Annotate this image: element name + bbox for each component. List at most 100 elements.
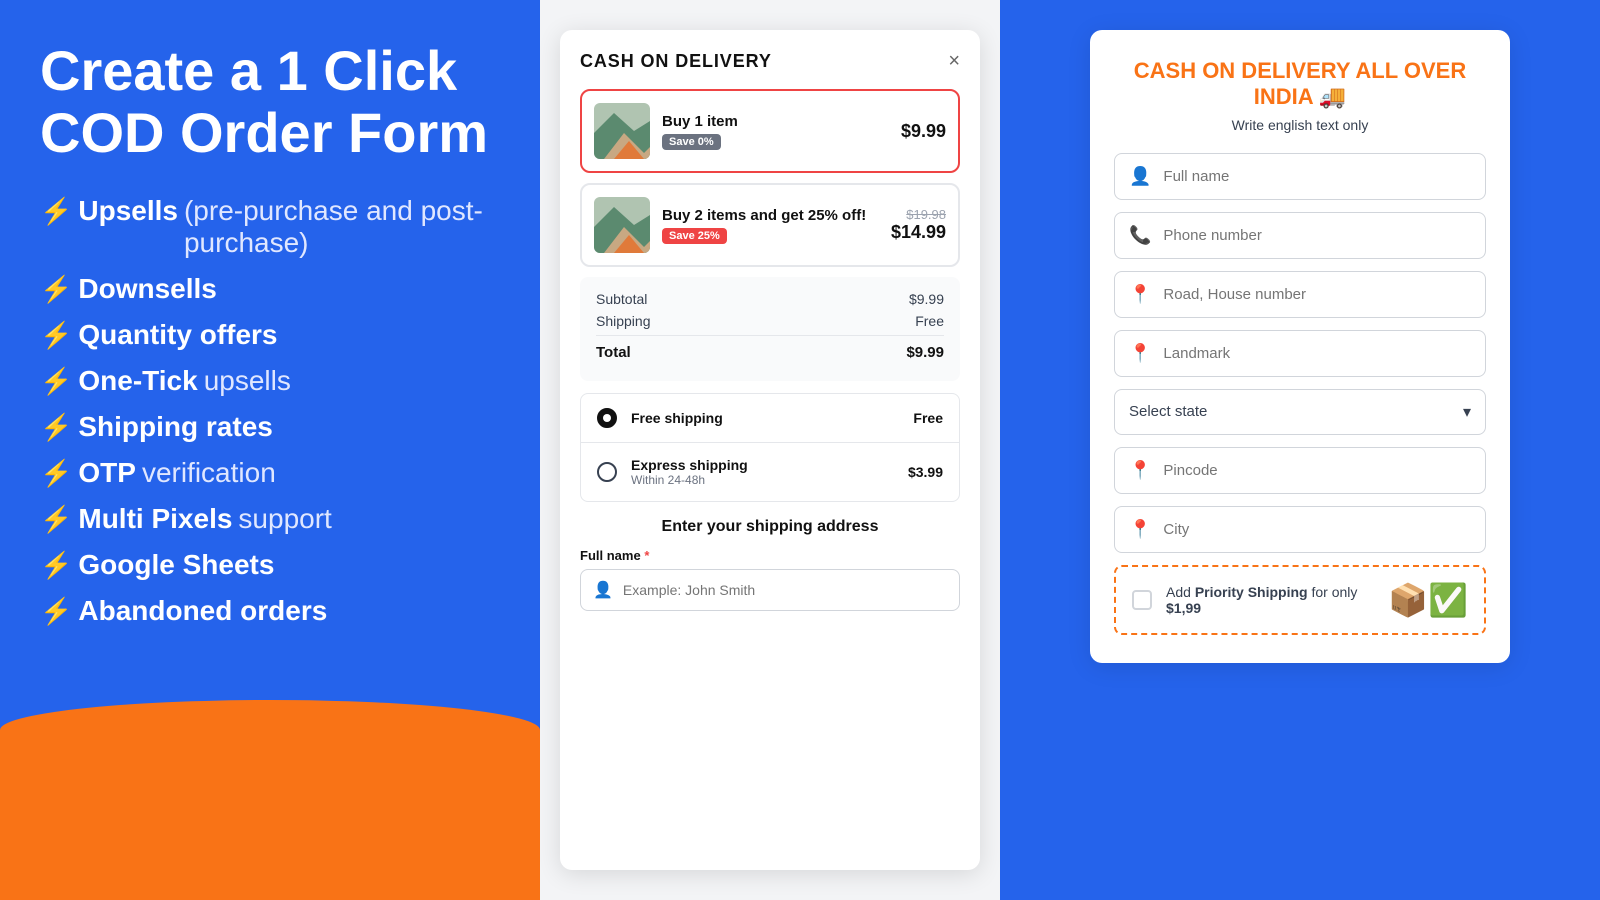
shipping-container: Free shipping Free Express shipping With… [581, 394, 959, 501]
right-form-field[interactable]: 📍 [1114, 447, 1486, 494]
feature-list: ⚡Upsells(pre-purchase and post-purchase)… [40, 195, 500, 627]
shipping-options: Free shipping Free Express shipping With… [580, 393, 960, 502]
feature-item: ⚡Abandoned orders [40, 595, 500, 627]
full-name-input-wrapper[interactable]: 👤 [580, 569, 960, 611]
product-image [594, 197, 650, 253]
priority-post: for only [1308, 584, 1358, 600]
priority-shipping-box: Add Priority Shipping for only $1,99 📦✅ [1114, 565, 1486, 635]
priority-text: Add Priority Shipping for only $1,99 [1166, 584, 1374, 616]
radio-button[interactable] [597, 408, 617, 428]
feature-item: ⚡One-Tickupsells [40, 365, 500, 397]
product-badge: Save 25% [662, 228, 727, 244]
original-price: $19.98 [891, 207, 946, 222]
feature-highlight: Multi Pixels [78, 503, 232, 535]
right-form-field[interactable]: 📍 [1114, 271, 1486, 318]
right-form-field[interactable]: 👤 [1114, 153, 1486, 200]
priority-checkbox[interactable] [1132, 590, 1152, 610]
full-name-input[interactable] [623, 582, 947, 598]
field-icon: 📍 [1129, 460, 1151, 481]
feature-normal: (pre-purchase and post-purchase) [184, 195, 500, 259]
product-info: Buy 2 items and get 25% off! Save 25% [662, 207, 879, 244]
feature-item: ⚡Shipping rates [40, 411, 500, 443]
shipping-price: $3.99 [908, 464, 943, 480]
feature-highlight: Downsells [78, 273, 216, 305]
priority-bold: Priority Shipping [1195, 584, 1308, 600]
bolt-icon: ⚡ [40, 550, 72, 581]
product-price: $9.99 [901, 121, 946, 142]
summary-box: Subtotal $9.99 Shipping Free Total $9.99 [580, 277, 960, 381]
feature-normal: verification [142, 457, 276, 489]
right-input-field[interactable] [1163, 521, 1471, 538]
product-option[interactable]: Buy 2 items and get 25% off! Save 25% $1… [580, 183, 960, 267]
bolt-icon: ⚡ [40, 196, 72, 227]
right-form-field[interactable]: 📍 [1114, 330, 1486, 377]
bolt-icon: ⚡ [40, 320, 72, 351]
bolt-icon: ⚡ [40, 366, 72, 397]
shipping-value: Free [915, 313, 944, 329]
subtotal-value: $9.99 [909, 291, 944, 307]
total-label: Total [596, 344, 631, 361]
shipping-sub: Within 24-48h [631, 473, 894, 487]
subtotal-label: Subtotal [596, 291, 647, 307]
feature-highlight: Google Sheets [78, 549, 274, 581]
feature-item: ⚡Google Sheets [40, 549, 500, 581]
right-input-field[interactable] [1163, 286, 1471, 303]
product-label: Buy 1 item [662, 113, 889, 130]
feature-item: ⚡Multi Pixelssupport [40, 503, 500, 535]
page-title: Create a 1 Click COD Order Form [40, 40, 500, 163]
right-input-field[interactable] [1163, 462, 1471, 479]
product-badge: Save 0% [662, 134, 721, 150]
current-price: $14.99 [891, 222, 946, 243]
shipping-option[interactable]: Express shipping Within 24-48h $3.99 [581, 442, 959, 501]
bolt-icon: ⚡ [40, 596, 72, 627]
right-card-header: CASH ON DELIVERY ALL OVER INDIA 🚚 Write … [1114, 58, 1486, 133]
modal-title: CASH ON DELIVERY [580, 51, 772, 72]
total-row: Total $9.99 [596, 335, 944, 361]
feature-highlight: Upsells [78, 195, 178, 227]
product-image [594, 103, 650, 159]
state-select[interactable]: Select state ▾ [1114, 389, 1486, 435]
right-form-field[interactable]: 📍 [1114, 506, 1486, 553]
right-input-field[interactable] [1163, 168, 1471, 185]
feature-item: ⚡Quantity offers [40, 319, 500, 351]
shipping-info: Free shipping [631, 410, 899, 426]
total-value: $9.99 [906, 344, 944, 361]
middle-panel: CASH ON DELIVERY × Buy 1 item Save 0% $9… [540, 0, 1000, 900]
bolt-icon: ⚡ [40, 504, 72, 535]
subtotal-row: Subtotal $9.99 [596, 291, 944, 307]
priority-price: $1,99 [1166, 600, 1201, 616]
full-name-label: Full name * [580, 548, 960, 563]
radio-button[interactable] [597, 462, 617, 482]
right-form-field[interactable]: 📞 [1114, 212, 1486, 259]
field-icon: 📍 [1129, 519, 1151, 540]
right-panel: CASH ON DELIVERY ALL OVER INDIA 🚚 Write … [1000, 0, 1600, 900]
right-input-field[interactable] [1163, 345, 1471, 362]
feature-highlight: Shipping rates [78, 411, 272, 443]
feature-highlight: One-Tick [78, 365, 197, 397]
modal-header: CASH ON DELIVERY × [580, 50, 960, 73]
chevron-down-icon: ▾ [1463, 402, 1471, 422]
full-name-group: Full name * 👤 [580, 548, 960, 611]
state-select-label: Select state [1129, 403, 1207, 420]
cod-modal: CASH ON DELIVERY × Buy 1 item Save 0% $9… [560, 30, 980, 870]
feature-normal: support [238, 503, 331, 535]
shipping-name: Free shipping [631, 410, 899, 426]
field-icon: 👤 [1129, 166, 1151, 187]
product-label: Buy 2 items and get 25% off! [662, 207, 879, 224]
product-price: $19.98 $14.99 [891, 207, 946, 243]
current-price: $9.99 [901, 121, 946, 142]
feature-item: ⚡OTPverification [40, 457, 500, 489]
product-option[interactable]: Buy 1 item Save 0% $9.99 [580, 89, 960, 173]
person-icon: 👤 [593, 580, 613, 600]
products-container: Buy 1 item Save 0% $9.99 Buy 2 items and… [580, 89, 960, 267]
field-icon: 📍 [1129, 284, 1151, 305]
right-input-field[interactable] [1163, 227, 1471, 244]
feature-item: ⚡Downsells [40, 273, 500, 305]
shipping-info: Express shipping Within 24-48h [631, 457, 894, 487]
close-button[interactable]: × [948, 50, 960, 73]
right-card-title: CASH ON DELIVERY ALL OVER INDIA 🚚 [1114, 58, 1486, 111]
bolt-icon: ⚡ [40, 458, 72, 489]
shipping-option[interactable]: Free shipping Free [581, 394, 959, 442]
right-card-subtitle: Write english text only [1114, 117, 1486, 133]
feature-highlight: Abandoned orders [78, 595, 327, 627]
